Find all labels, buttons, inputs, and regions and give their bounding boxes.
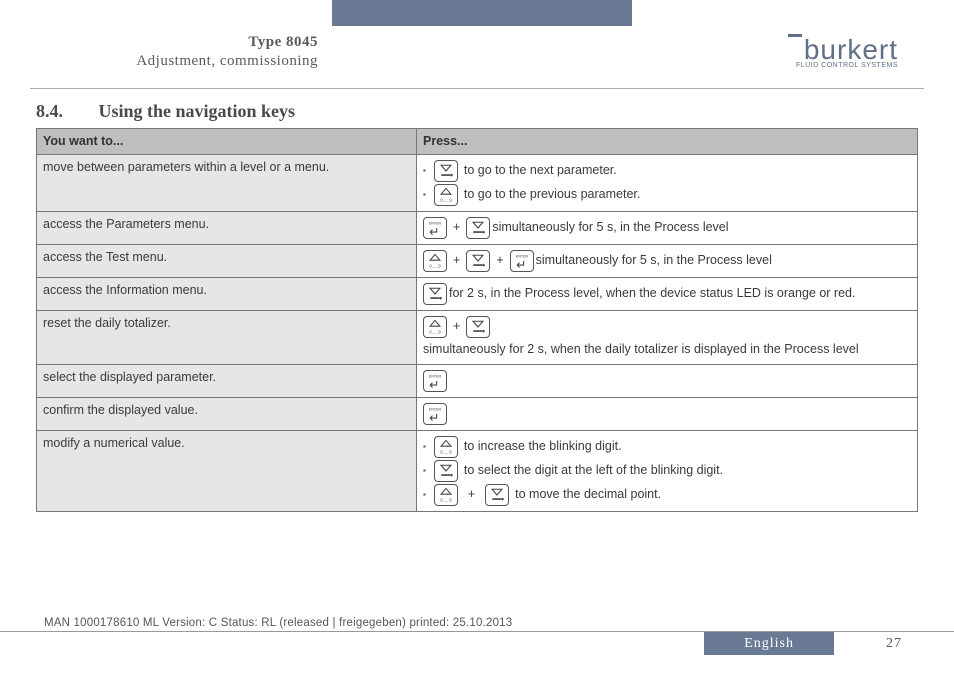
table-row: reset the daily totalizer.0......9+ simu… (37, 310, 918, 364)
down-key-icon (434, 460, 458, 482)
page-header: Type 8045 Adjustment, commissioning burk… (0, 26, 954, 88)
footer-status: MAN 1000178610 ML Version: C Status: RL … (44, 617, 512, 629)
down-key-icon (423, 283, 447, 305)
table-row: modify a numerical value.0......9 to inc… (37, 430, 918, 511)
down-key-icon (466, 217, 490, 239)
brand-name: burkert (804, 34, 898, 65)
svg-text:ENTER: ENTER (429, 221, 442, 225)
enter-key-icon: ENTER (423, 403, 447, 425)
svg-text:0......9: 0......9 (429, 329, 441, 334)
press-cell: 0......9+ simultaneously for 2 s, when t… (417, 310, 918, 364)
want-cell: access the Information menu. (37, 277, 417, 310)
svg-text:ENTER: ENTER (515, 254, 528, 258)
table-row: move between parameters within a level o… (37, 154, 918, 211)
want-cell: move between parameters within a level o… (37, 154, 417, 211)
enter-key-icon: ENTER (510, 250, 534, 272)
brand-logo: burkert FLUID CONTROL SYSTEMS (788, 34, 906, 69)
bottom-bar: English 27 (0, 631, 954, 655)
device-type: Type 8045 (48, 34, 318, 51)
th-you-want: You want to... (37, 129, 417, 155)
up-key-icon: 0......9 (423, 250, 447, 272)
nav-keys-table: You want to... Press... move between par… (36, 128, 918, 512)
chapter-name: Adjustment, commissioning (48, 53, 318, 70)
enter-key-icon: ENTER (423, 217, 447, 239)
down-key-icon (466, 250, 490, 272)
table-row: access the Test menu.0......9++ENTER sim… (37, 244, 918, 277)
section-heading: 8.4. Using the navigation keys (36, 101, 918, 122)
up-key-icon: 0......9 (423, 316, 447, 338)
svg-text:ENTER: ENTER (429, 407, 442, 411)
svg-text:0......9: 0......9 (440, 497, 452, 502)
down-key-icon (466, 316, 490, 338)
press-cell: ENTER+ simultaneously for 5 s, in the Pr… (417, 211, 918, 244)
brand-tagline: FLUID CONTROL SYSTEMS (796, 62, 898, 69)
table-row: select the displayed parameter. ENTER (37, 364, 918, 397)
page-number: 27 (834, 632, 954, 655)
down-key-icon (485, 484, 509, 506)
svg-text:0......9: 0......9 (440, 197, 452, 202)
svg-text:ENTER: ENTER (429, 374, 442, 378)
want-cell: access the Test menu. (37, 244, 417, 277)
want-cell: confirm the displayed value. (37, 397, 417, 430)
language-tab: English (704, 632, 834, 655)
down-key-icon (434, 160, 458, 182)
th-press: Press... (417, 129, 918, 155)
enter-key-icon: ENTER (423, 370, 447, 392)
press-cell: 0......9 to increase the blinking digit.… (417, 430, 918, 511)
press-cell: ENTER (417, 364, 918, 397)
press-cell: for 2 s, in the Process level, when the … (417, 277, 918, 310)
svg-text:0......9: 0......9 (440, 449, 452, 454)
want-cell: reset the daily totalizer. (37, 310, 417, 364)
want-cell: access the Parameters menu. (37, 211, 417, 244)
want-cell: select the displayed parameter. (37, 364, 417, 397)
up-key-icon: 0......9 (434, 436, 458, 458)
up-key-icon: 0......9 (434, 484, 458, 506)
table-row: confirm the displayed value. ENTER (37, 397, 918, 430)
press-cell: to go to the next parameter.0......9 to … (417, 154, 918, 211)
up-key-icon: 0......9 (434, 184, 458, 206)
top-tabs (0, 0, 954, 26)
table-row: access the Information menu. for 2 s, in… (37, 277, 918, 310)
table-row: access the Parameters menu.ENTER+ simult… (37, 211, 918, 244)
want-cell: modify a numerical value. (37, 430, 417, 511)
press-cell: 0......9++ENTER simultaneously for 5 s, … (417, 244, 918, 277)
press-cell: ENTER (417, 397, 918, 430)
svg-text:0......9: 0......9 (429, 263, 441, 268)
